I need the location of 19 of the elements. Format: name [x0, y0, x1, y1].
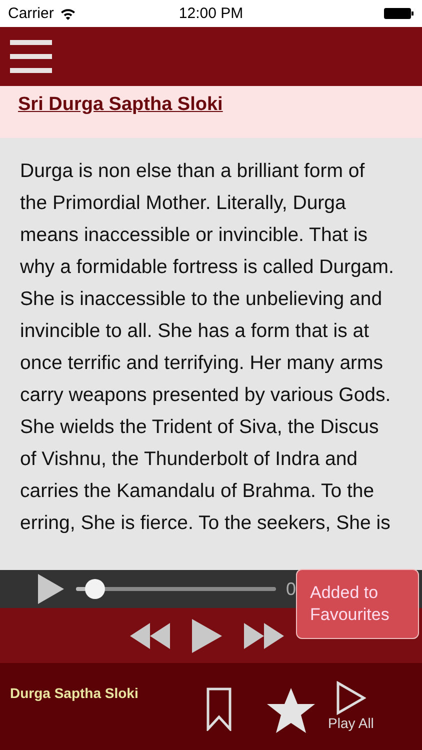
play-icon[interactable]: [38, 574, 64, 604]
track-title: Durga Saptha Sloki: [10, 685, 140, 701]
toast-message: Added to Favourites: [296, 569, 419, 639]
battery-icon: [384, 8, 414, 19]
rewind-icon[interactable]: [130, 622, 170, 648]
bookmark-icon[interactable]: [206, 687, 232, 731]
status-time: 12:00 PM: [178, 5, 244, 22]
time-label: 0: [286, 578, 296, 600]
title-link[interactable]: Sri Durga Saptha Sloki: [18, 94, 223, 115]
menu-icon[interactable]: [10, 40, 52, 74]
play-icon[interactable]: [192, 618, 222, 652]
wifi-icon: [60, 8, 76, 20]
carrier-label: Carrier: [8, 5, 54, 22]
progress-slider[interactable]: [76, 579, 276, 599]
fast-forward-icon[interactable]: [244, 622, 284, 648]
star-icon[interactable]: [266, 687, 316, 735]
play-all-button[interactable]: Play All: [328, 681, 374, 731]
description-text: Durga is non else than a brilliant form of the Primordial Mother. Literally, Durga means inaccessible or invincible. That is why a formidable fortress is called Durgam. She is inaccessible to the unbelieving and invincible to all. She has a form that is at once terrific and terrifying. Her many arms carry weapons presented by various Gods. She wields the Trident of Siva, the Discus of Vishnu, the Thunderbolt of Indra and carries the Kamandalu of Brahma. To the erring, She is fierce. To the seekers, She is: [20, 159, 394, 536]
play-icon: [336, 681, 366, 715]
